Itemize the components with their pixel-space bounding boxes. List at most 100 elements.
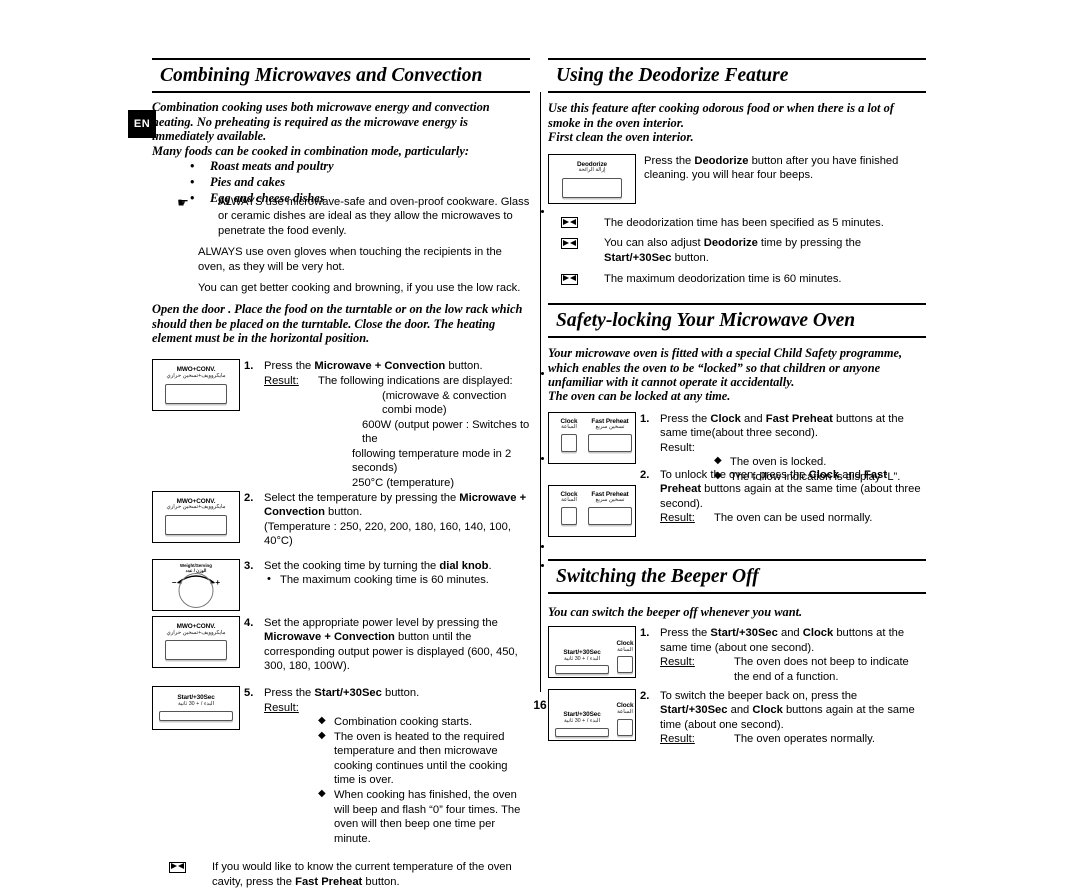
fastpreheat-key-cell: Fast Preheat تسخين سريع xyxy=(588,418,632,463)
safety-lock-lead2: The oven can be locked at any time. xyxy=(548,389,731,404)
panel-label-en: Start/+30Sec xyxy=(563,648,601,656)
page-number: 16 xyxy=(533,698,547,712)
panel-label-en: MWO+CONV. xyxy=(176,622,216,630)
step-text-bold: dial knob xyxy=(439,559,489,572)
fast-preheat-button-key[interactable] xyxy=(588,434,632,453)
panel-caption: Deodorize إزالة الرائحة xyxy=(557,161,627,174)
panel-label-ar: تسخين سريع xyxy=(595,497,625,504)
result-label: Result: xyxy=(264,375,299,388)
deodorize-button-key[interactable] xyxy=(562,177,622,198)
step-text-bold2: Clock xyxy=(802,627,834,640)
note-text-post: button. xyxy=(671,252,709,265)
panel-label-ar: البدء / + 30 ثانية xyxy=(564,717,600,724)
clock-button-key[interactable] xyxy=(617,718,633,736)
note-glyph-icon xyxy=(560,237,578,249)
panel-caption: MWO+CONV. مايكروويف+تسخين حراري xyxy=(161,498,231,511)
dial-minus-label: – xyxy=(172,577,177,587)
edge-marker-dot xyxy=(541,372,544,375)
result-text: The oven can be used normally. xyxy=(714,512,873,525)
control-panel-deodorize[interactable]: Deodorize إزالة الرائحة xyxy=(548,153,636,204)
result-detail-line: 600W (output power : Switches to the xyxy=(362,418,530,446)
diamond-label: The oven is heated to the required tempe… xyxy=(334,730,508,787)
control-panel-mwo-conv[interactable]: MWO+CONV. مايكروويف+تسخين حراري xyxy=(152,490,240,543)
lowrack-note-text: You can get better cooking and browning,… xyxy=(198,281,521,294)
note-icon xyxy=(548,272,580,286)
clock-button-key[interactable] xyxy=(617,656,633,674)
note-text-pre: You can also adjust xyxy=(604,237,704,250)
section-heading-deodorize: Using the Deodorize Feature xyxy=(548,58,926,94)
control-panel-start-clock[interactable]: Start/+30Sec البدء / + 30 ثانية Clock ال… xyxy=(548,688,636,741)
deodorize-note-row-1: The deodorization time has been specifie… xyxy=(548,216,926,231)
start-30sec-button-key[interactable] xyxy=(159,711,233,722)
clock-key-cell: Clock الساعة xyxy=(556,491,582,536)
safety-lock-lead1: Your microwave oven is fitted with a spe… xyxy=(548,346,903,389)
combining-intro2: Many foods can be cooked in combination … xyxy=(152,143,469,158)
panel-label-ar: تسخين سريع xyxy=(595,424,625,431)
step-text: Set the appropriate power level by press… xyxy=(264,616,530,674)
dial-knob-circle[interactable] xyxy=(178,572,214,608)
mwo-conv-button-key[interactable] xyxy=(165,640,227,661)
result-label: Result: xyxy=(660,512,695,525)
panel-slot: Weight/Serving الوزن / عدد – + xyxy=(152,558,244,611)
control-panel-dial-knob[interactable]: Weight/Serving الوزن / عدد – + xyxy=(152,558,240,611)
diamond-icon: ◆ xyxy=(318,715,326,727)
panel-label-ar: مايكروويف+تسخين حراري xyxy=(166,504,226,511)
control-panel-clock-fastpreheat[interactable]: Clock الساعة Fast Preheat تسخين سريع xyxy=(548,411,636,464)
deodorize-note-text-2: You can also adjust Deodorize time by pr… xyxy=(604,236,926,266)
list-item: • The maximum cooking time is 60 minutes. xyxy=(264,573,530,588)
control-panel-mwo-conv[interactable]: MWO+CONV. مايكروويف+تسخين حراري xyxy=(152,359,240,412)
start-30sec-button-key[interactable] xyxy=(555,727,609,737)
note-text-post: button. xyxy=(362,876,400,888)
control-panel-start-clock[interactable]: Start/+30Sec البدء / + 30 ثانية Clock ال… xyxy=(548,626,636,679)
clock-button-key[interactable] xyxy=(561,506,577,525)
step-text-post: button. xyxy=(445,360,483,373)
note-text-bold: Fast Preheat xyxy=(295,876,363,888)
result-detail-line: (microwave & convection combi mode) xyxy=(382,389,507,417)
food-bullet-label: Roast meats and poultry xyxy=(210,158,334,173)
step-text-bold: Start/+30Sec xyxy=(710,627,778,640)
note-text-bold2: Start/+30Sec xyxy=(604,252,672,265)
instruction-pre: Press the xyxy=(644,154,695,167)
panel-caption: Start/+30Sec البدء / + 30 ثانية xyxy=(555,711,609,724)
panel-caption: Start/+30Sec البدء / + 30 ثانية xyxy=(555,648,609,662)
step-text-mid: and xyxy=(740,412,766,425)
note-text-bold: Deodorize xyxy=(703,237,758,250)
step-4: MWO+CONV. مايكروويف+تسخين حراري 4. Set t… xyxy=(152,615,530,674)
result-row: Result: The oven does not beep to indica… xyxy=(660,655,926,684)
diamond-icon: ◆ xyxy=(714,455,722,467)
start-30sec-button-key[interactable] xyxy=(555,665,609,675)
control-panel-mwo-conv[interactable]: MWO+CONV. مايكروويف+تسخين حراري xyxy=(152,615,240,668)
deodorize-note-row-2: You can also adjust Deodorize time by pr… xyxy=(548,236,926,266)
beeper-lead: You can switch the beeper off whenever y… xyxy=(548,604,803,619)
step-text-bold: Microwave + Convection xyxy=(264,631,395,644)
panel-slot: MWO+CONV. مايكروويف+تسخين حراري xyxy=(152,359,244,412)
mwo-conv-button-key[interactable] xyxy=(165,383,227,404)
step-text-pre: Press the xyxy=(660,412,711,425)
step-extra-text: (Temperature : 250, 220, 200, 180, 160, … xyxy=(264,520,511,548)
step-text-pre: Press the xyxy=(660,627,711,640)
step-3: Weight/Serving الوزن / عدد – + 3. Set th… xyxy=(152,558,530,611)
clock-button-key[interactable] xyxy=(561,434,577,453)
edge-marker-dot xyxy=(541,210,544,213)
fast-preheat-button-key[interactable] xyxy=(588,506,632,525)
deodorize-note-row-3: The maximum deodorization time is 60 min… xyxy=(548,272,926,287)
mwo-conv-button-key[interactable] xyxy=(165,514,227,535)
bullet-dot-icon: • xyxy=(267,573,271,586)
combining-intro: Combination cooking uses both microwave … xyxy=(152,100,490,144)
instruction-bold: Deodorize xyxy=(694,154,749,167)
bullet-dot-icon: • xyxy=(190,190,195,205)
control-panel-clock-fastpreheat[interactable]: Clock الساعة Fast Preheat تسخين سريع xyxy=(548,484,636,537)
dial-plus-label: + xyxy=(215,577,220,587)
panel-label-ar: مايكروويف+تسخين حراري xyxy=(166,629,226,636)
manual-page: EN Combining Microwaves and Convection C… xyxy=(0,0,1080,888)
section-heading-combining: Combining Microwaves and Convection xyxy=(152,58,530,94)
fast-preheat-note-text: If you would like to know the current te… xyxy=(212,860,530,890)
panel-caption: MWO+CONV. مايكروويف+تسخين حراري xyxy=(161,622,231,636)
list-item: ◆ The oven is heated to the required temp… xyxy=(318,730,530,788)
panel-caption: Clock الساعة xyxy=(556,418,582,431)
fast-preheat-note-row: If you would like to know the current te… xyxy=(152,860,530,890)
fastpreheat-key-cell: Fast Preheat تسخين سريع xyxy=(588,491,632,536)
panel-label-en: Clock xyxy=(616,639,634,647)
column-divider xyxy=(540,92,541,692)
step-text-bold2: Fast Preheat xyxy=(765,412,833,425)
